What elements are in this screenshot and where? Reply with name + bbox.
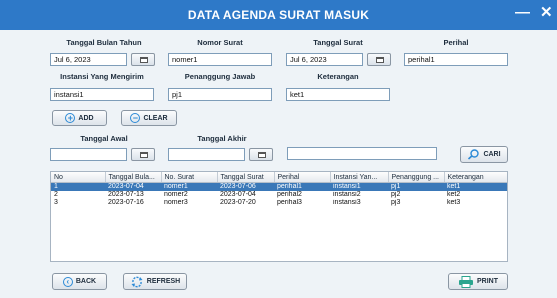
penanggung-jawab-field[interactable]: pj1 — [168, 88, 272, 101]
table-cell: 3 — [54, 199, 58, 206]
add-button-label: ADD — [78, 114, 94, 122]
table-row[interactable]: 3 2023-07-16 nomer3 2023-07-20 perihal3 … — [51, 199, 507, 207]
calendar-icon — [140, 152, 148, 158]
close-button[interactable]: ✕ — [540, 4, 553, 22]
calendar-icon — [376, 57, 384, 63]
table-cell: 2023-07-20 — [220, 199, 256, 206]
instansi-field[interactable]: instansi1 — [50, 88, 154, 101]
calendar-icon — [258, 152, 266, 158]
label-perihal: Perihal — [443, 38, 469, 47]
tanggal-awal-field[interactable] — [50, 148, 127, 161]
column-header[interactable]: Penanggung ... — [388, 172, 445, 183]
table-cell: ket1 — [444, 182, 507, 191]
table-cell: perihal1 — [274, 182, 330, 191]
tanggal-surat-calendar-button[interactable] — [367, 53, 391, 66]
label-tanggal-awal: Tanggal Awal — [80, 134, 128, 143]
column-header[interactable]: Tanggal Surat — [217, 172, 275, 183]
back-button-label: BACK — [75, 278, 97, 285]
column-header[interactable]: No. Surat — [161, 172, 218, 183]
print-button-label: PRINT — [477, 278, 498, 285]
label-instansi: Instansi Yang Mengirim — [60, 72, 144, 81]
keterangan-field[interactable]: ket1 — [286, 88, 390, 101]
label-tanggal-surat: Tanggal Surat — [313, 38, 363, 47]
perihal-field[interactable]: perihal1 — [404, 53, 508, 66]
table-cell: 2023-07-04 — [220, 191, 256, 198]
surat-table-grid: No Tanggal Bula... No. Surat Tanggal Sur… — [51, 172, 507, 207]
minimize-button[interactable]: — — [515, 4, 530, 22]
calendar-icon — [140, 57, 148, 63]
table-cell: 2 — [54, 191, 58, 198]
printer-icon — [459, 275, 473, 288]
table-cell: pj2 — [391, 191, 401, 198]
label-keterangan: Keterangan — [317, 72, 359, 81]
tanggal-awal-calendar-button[interactable] — [131, 148, 155, 161]
clear-button[interactable]: − CLEAR — [121, 110, 177, 126]
arrow-left-icon: ‹ — [62, 276, 73, 287]
label-nomor-surat: Nomor Surat — [197, 38, 243, 47]
label-tanggal-akhir: Tanggal Akhir — [197, 134, 247, 143]
tanggal-bulan-tahun-calendar-button[interactable] — [131, 53, 155, 66]
cari-button[interactable]: CARI — [460, 146, 508, 163]
magnifier-icon — [468, 149, 480, 160]
print-button[interactable]: PRINT — [448, 273, 508, 290]
nomor-surat-field[interactable]: nomer1 — [168, 53, 272, 66]
table-cell: pj1 — [388, 182, 444, 191]
tanggal-surat-field[interactable]: Jul 6, 2023 — [286, 53, 363, 66]
refresh-icon — [131, 276, 143, 287]
minus-circle-icon: − — [130, 113, 141, 123]
table-cell: ket2 — [447, 191, 461, 198]
column-header[interactable]: Perihal — [274, 172, 331, 183]
table-cell: nomer2 — [164, 191, 188, 198]
clear-button-label: CLEAR — [143, 114, 168, 122]
table-header-row: No Tanggal Bula... No. Surat Tanggal Sur… — [51, 172, 507, 183]
app-window: DATA AGENDA SURAT MASUK — ✕ Tanggal Bula… — [0, 0, 557, 298]
plus-circle-icon: + — [65, 113, 76, 123]
table-row[interactable]: 1 2023-07-04 nomer1 2023-07-06 perihal1 … — [51, 182, 507, 191]
table-cell: perihal3 — [277, 199, 302, 206]
column-header[interactable]: No — [51, 172, 106, 183]
label-tanggal-bulan-tahun: Tanggal Bulan Tahun — [66, 38, 142, 47]
column-header[interactable]: Tanggal Bula... — [105, 172, 162, 183]
column-header[interactable]: Instansi Yan... — [330, 172, 389, 183]
window-title: DATA AGENDA SURAT MASUK — [187, 8, 370, 22]
table-cell: perihal2 — [277, 191, 302, 198]
table-cell: instansi1 — [330, 182, 388, 191]
table-row[interactable]: 2 2023-07-13 nomer2 2023-07-04 perihal2 … — [51, 191, 507, 199]
table-cell: instansi2 — [333, 191, 361, 198]
tanggal-akhir-field[interactable] — [168, 148, 245, 161]
refresh-button[interactable]: REFRESH — [123, 273, 187, 290]
table-cell: nomer3 — [164, 199, 188, 206]
back-button[interactable]: ‹ BACK — [52, 273, 107, 290]
table-cell: 2023-07-13 — [108, 191, 144, 198]
table-cell: pj3 — [391, 199, 401, 206]
table-cell: 1 — [51, 182, 105, 191]
table-cell: ket3 — [447, 199, 461, 206]
tanggal-akhir-calendar-button[interactable] — [249, 148, 273, 161]
cari-button-label: CARI — [483, 151, 501, 158]
table-cell: 2023-07-06 — [217, 182, 274, 191]
label-penanggung-jawab: Penanggung Jawab — [184, 72, 256, 81]
refresh-button-label: REFRESH — [146, 278, 181, 285]
tanggal-bulan-tahun-field[interactable]: Jul 6, 2023 — [50, 53, 127, 66]
table-cell: instansi3 — [333, 199, 361, 206]
table-cell: nomer1 — [161, 182, 217, 191]
table-cell: 2023-07-16 — [108, 199, 144, 206]
table-cell: 2023-07-04 — [105, 182, 161, 191]
search-keyword-input[interactable] — [287, 147, 437, 160]
column-header[interactable]: Keterangan — [444, 172, 507, 183]
surat-table[interactable]: No Tanggal Bula... No. Surat Tanggal Sur… — [50, 171, 508, 262]
add-button[interactable]: + ADD — [52, 110, 107, 126]
